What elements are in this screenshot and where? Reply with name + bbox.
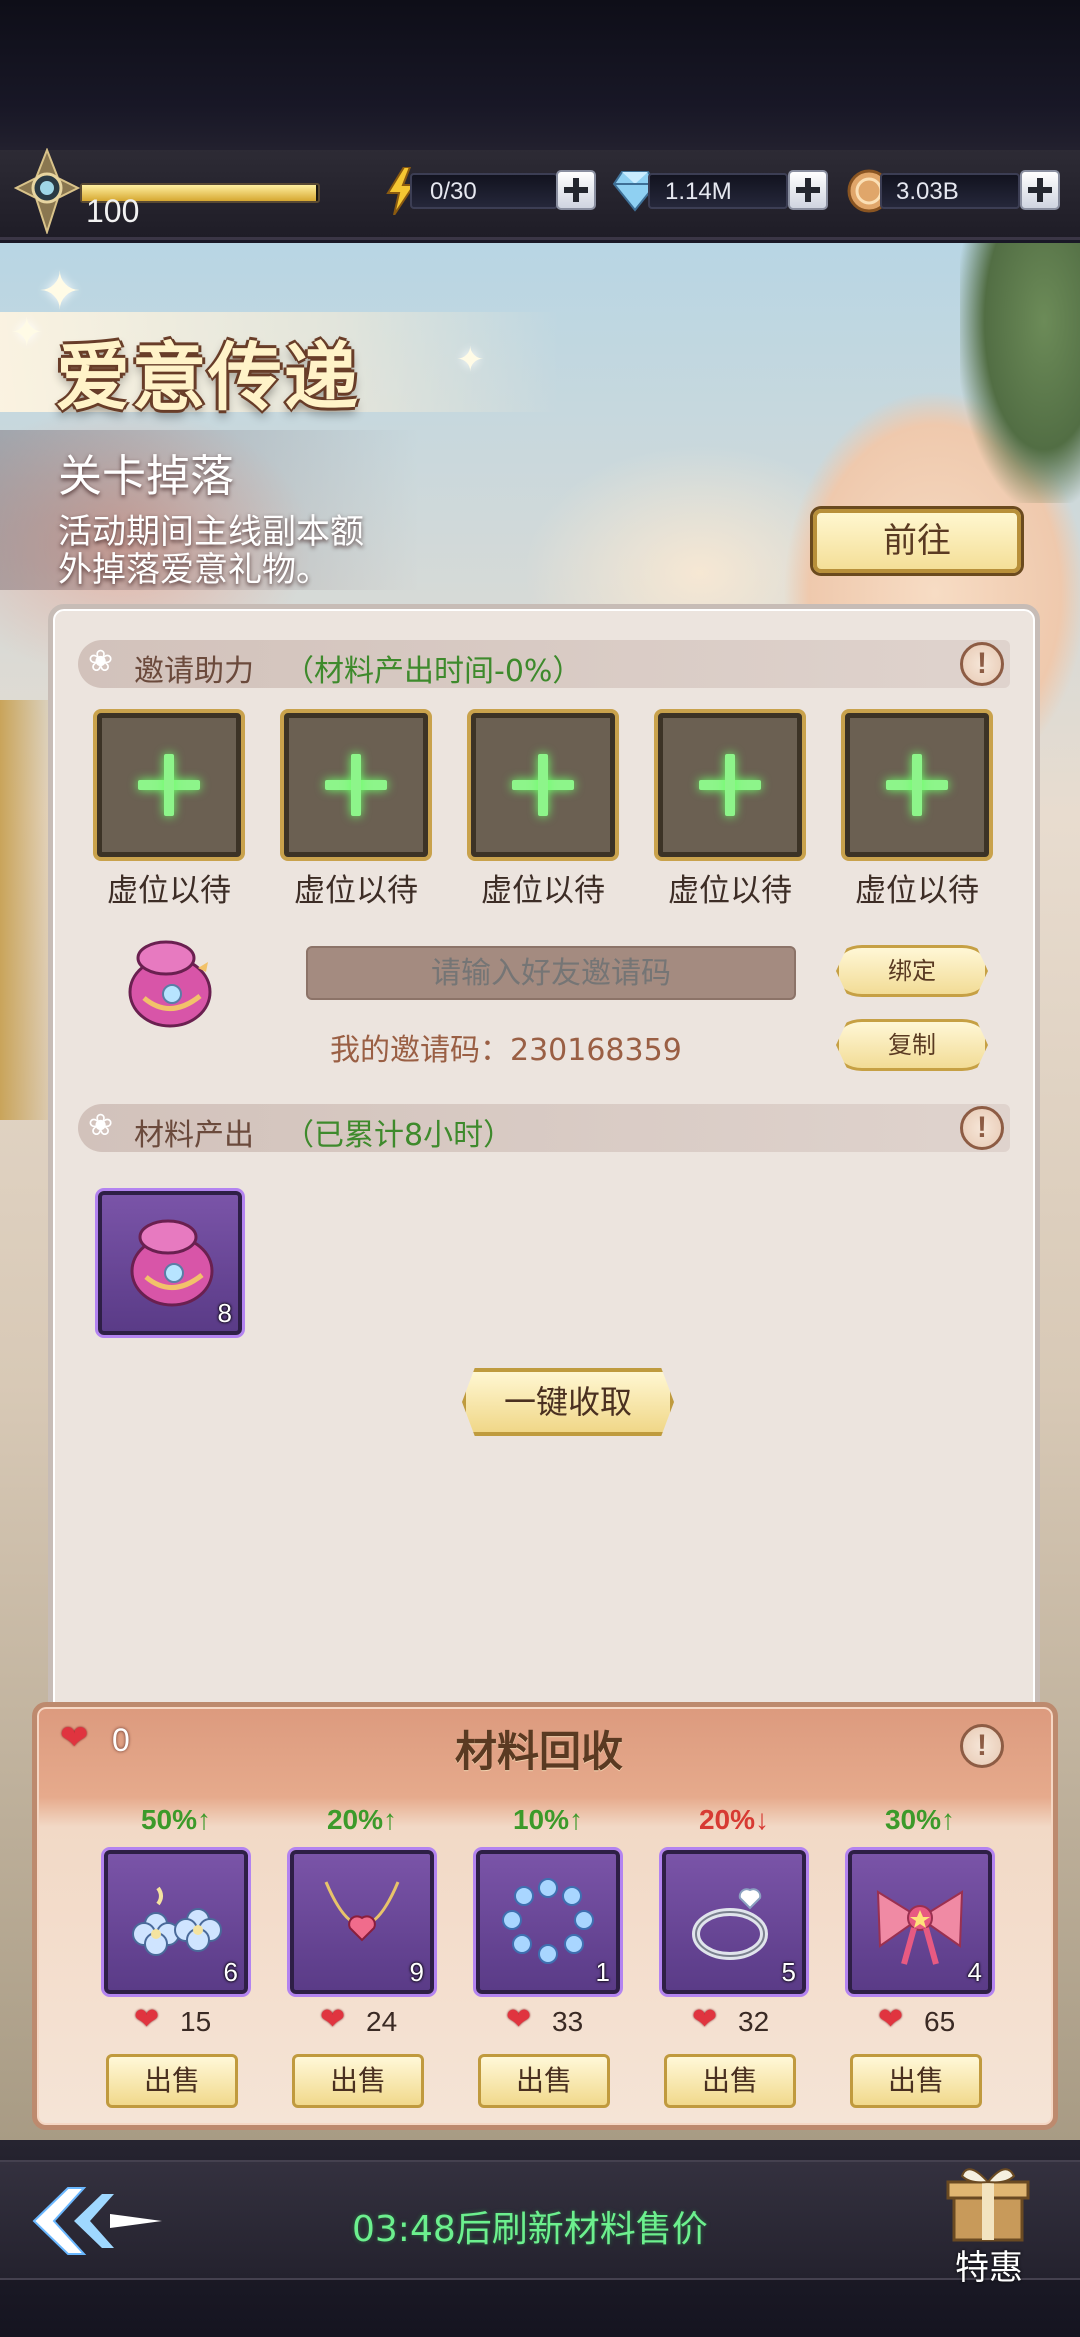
sell-price: 15 [180, 2006, 212, 2037]
sell-button[interactable]: 出售 [478, 2054, 610, 2108]
invite-slot-3[interactable] [471, 713, 615, 857]
heart-icon: ❤ [134, 2002, 160, 2037]
sell-price: 32 [738, 2006, 770, 2037]
sell-button[interactable]: 出售 [850, 2054, 982, 2108]
hearts-icon: ❤ [60, 1718, 89, 1758]
sell-button[interactable]: 出售 [106, 2054, 238, 2108]
stage-drop-title: 关卡掉落 [58, 451, 234, 502]
flower-icon: ❀ [88, 1108, 114, 1143]
copy-button[interactable]: 复制 [836, 1019, 988, 1071]
top-dark-band [0, 0, 1080, 150]
invite-slot-label: 虚位以待 [481, 873, 605, 909]
heart-icon: ❤ [320, 2002, 346, 2037]
price-change: 20%↓ [698, 1804, 770, 1835]
invite-slot-label: 虚位以待 [107, 873, 231, 909]
recycle-title: 材料回收 [455, 1727, 624, 1776]
special-offer-label[interactable]: 特惠 [955, 2240, 1023, 2289]
invite-code-input[interactable] [306, 946, 796, 1000]
invite-slot-4[interactable] [658, 713, 802, 857]
energy-value: 0/30 [430, 178, 477, 205]
price-change: 50%↑ [140, 1804, 212, 1835]
event-title: 爱意传递 [56, 335, 360, 421]
flower-icon: ❀ [88, 644, 114, 679]
invite-section-title: 邀请助力 [134, 654, 254, 689]
add-energy-button[interactable] [556, 170, 596, 210]
sparkle-icon: ✦ [456, 340, 485, 380]
add-icon [325, 754, 387, 816]
back-arrow-icon[interactable] [30, 2184, 166, 2258]
diamond-value: 1.14M [665, 178, 732, 205]
invite-slot-label: 虚位以待 [294, 873, 418, 909]
my-invite-code: 我的邀请码：230168359 [330, 1033, 682, 1068]
item-count: 4 [967, 1957, 982, 1987]
player-level: 100 [86, 193, 140, 229]
invite-info-button[interactable]: ! [960, 642, 1004, 686]
invite-slot-5[interactable] [845, 713, 989, 857]
price-change: 10%↑ [512, 1804, 584, 1835]
invite-slot-1[interactable] [97, 713, 241, 857]
collect-all-button[interactable]: 一键收取 [462, 1368, 674, 1436]
item-count: 9 [409, 1957, 424, 1987]
price-change: 20%↑ [326, 1804, 398, 1835]
heart-total: 0 [112, 1722, 130, 1758]
love-gift-bag-icon [128, 940, 212, 1028]
add-icon [512, 754, 574, 816]
sell-price: 33 [552, 2006, 584, 2037]
add-icon [699, 754, 761, 816]
item-count: 1 [595, 1957, 610, 1987]
goto-button[interactable]: 前往 [813, 509, 1021, 573]
bow-icon [876, 1890, 964, 1965]
sparkle-icon: ✦ [38, 262, 82, 322]
player-level-emblem-icon[interactable] [14, 148, 80, 234]
sell-price: 65 [924, 2006, 956, 2037]
price-change: 30%↑ [884, 1804, 956, 1835]
earrings-icon [132, 1886, 222, 1956]
sell-button[interactable]: 出售 [664, 2054, 796, 2108]
add-diamond-button[interactable] [788, 170, 828, 210]
heart-icon: ❤ [878, 2002, 904, 2037]
produced-item-slot[interactable]: 8 [98, 1191, 242, 1335]
bracelet-icon [502, 1878, 594, 1964]
recycle-item-ring[interactable]: 5 [662, 1850, 806, 1994]
sell-price: 24 [366, 2006, 398, 2037]
add-coin-button[interactable] [1020, 170, 1060, 210]
recycle-item-bracelet[interactable]: 1 [476, 1850, 620, 1994]
recycle-item-bow[interactable]: 4 [848, 1850, 992, 1994]
coin-value: 3.03B [896, 178, 959, 205]
output-section-note: （已累计8小时） [284, 1118, 514, 1153]
ring-icon [692, 1888, 768, 1960]
tree-leaves-decoration [960, 243, 1080, 503]
add-icon [886, 754, 948, 816]
invite-slot-label: 虚位以待 [855, 873, 979, 909]
recycle-info-button[interactable]: ! [960, 1724, 1004, 1768]
love-gift-bag-icon [130, 1219, 214, 1307]
sparkle-icon: ✦ [10, 310, 44, 356]
necklace-icon [324, 1881, 400, 1942]
heart-icon: ❤ [692, 2002, 718, 2037]
heart-icon: ❤ [506, 2002, 532, 2037]
stage-drop-description-line2: 外掉落爱意礼物。 [58, 550, 330, 590]
invite-section-note: （材料产出时间-0%） [284, 654, 583, 689]
item-count: 8 [217, 1298, 232, 1328]
sell-button[interactable]: 出售 [292, 2054, 424, 2108]
gift-box-icon[interactable] [940, 2158, 1036, 2244]
recycle-item-necklace[interactable]: 9 [290, 1850, 434, 1994]
invite-slot-label: 虚位以待 [668, 873, 792, 909]
output-section-title: 材料产出 [134, 1118, 254, 1153]
item-count: 6 [223, 1957, 238, 1987]
bind-button[interactable]: 绑定 [836, 945, 988, 997]
invite-slot-2[interactable] [284, 713, 428, 857]
add-icon [138, 754, 200, 816]
item-count: 5 [781, 1957, 796, 1987]
price-refresh-countdown: 03:48后刷新材料售价 [352, 2209, 708, 2250]
recycle-item-earrings[interactable]: 6 [104, 1850, 248, 1994]
output-info-button[interactable]: ! [960, 1106, 1004, 1150]
